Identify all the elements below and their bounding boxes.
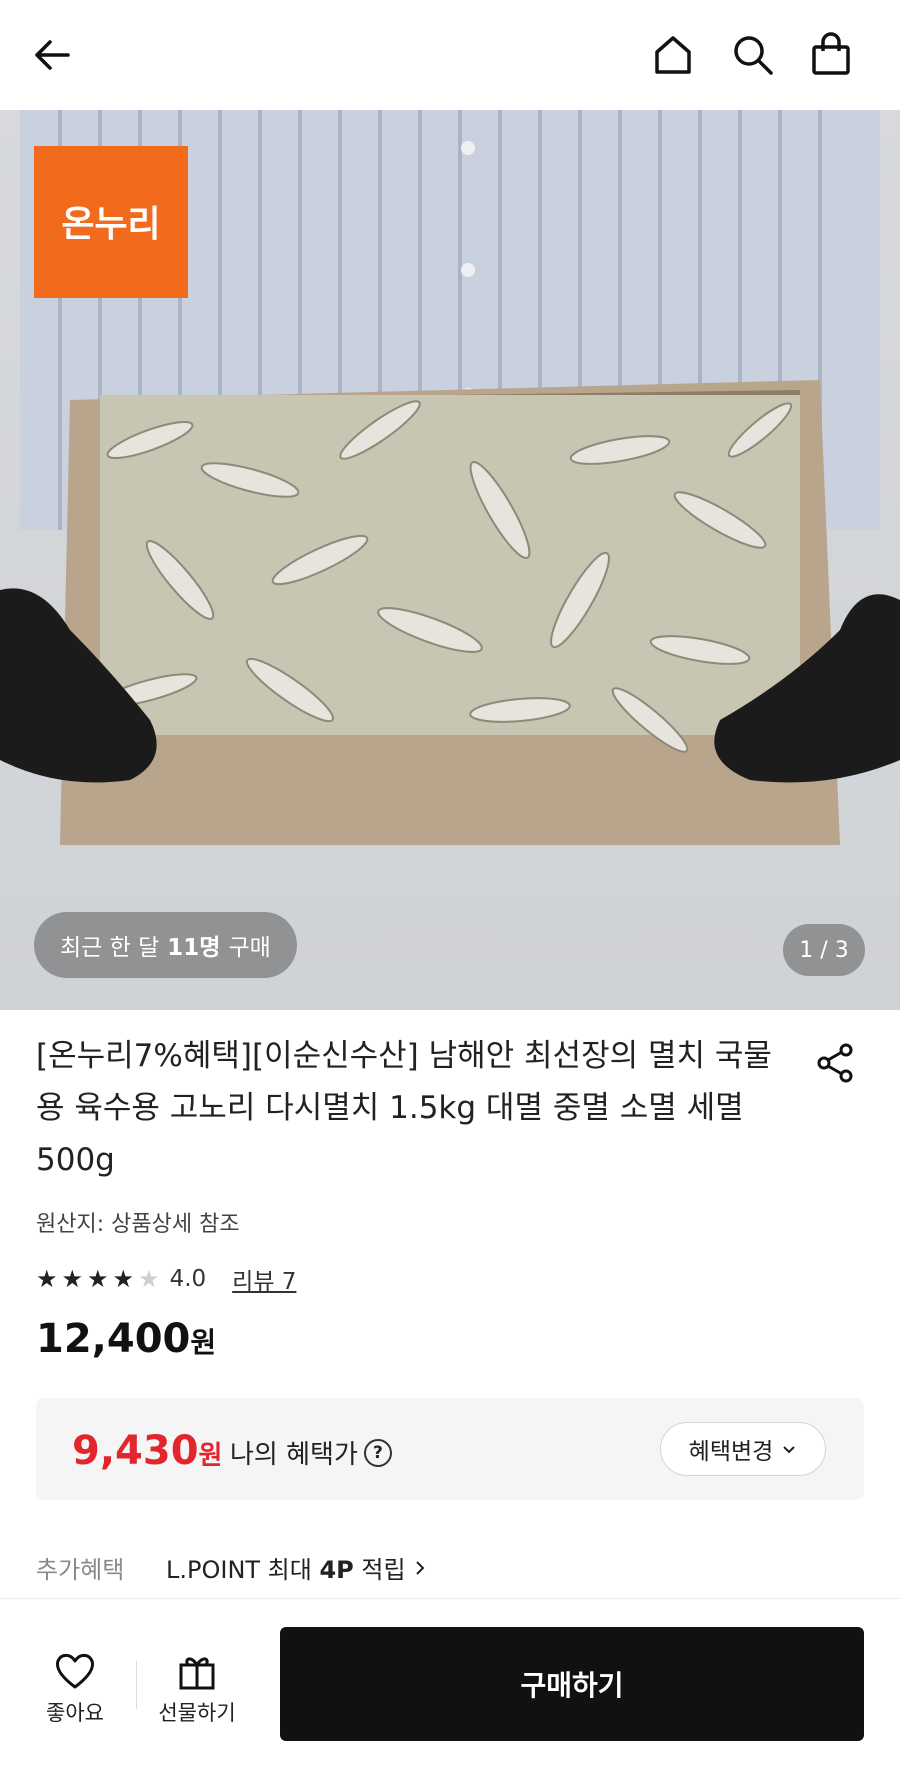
lpoint-points: 4P bbox=[319, 1556, 354, 1584]
origin-info: 원산지: 상품상세 참조 bbox=[36, 1212, 240, 1237]
benefit-price-unit: 원 bbox=[198, 1441, 223, 1471]
benefit-price-value: 9,430 bbox=[72, 1428, 199, 1474]
lpoint-suffix: 적립 bbox=[361, 1556, 406, 1584]
chevron-down-icon bbox=[783, 1446, 796, 1454]
question-circle-icon[interactable]: ? bbox=[363, 1438, 392, 1467]
onnuri-logo-mark: 온누리 bbox=[61, 204, 160, 245]
onnuri-logo: 온누리 bbox=[34, 146, 188, 298]
star-icon: ★ bbox=[112, 1265, 135, 1293]
rating-score: 4.0 bbox=[169, 1266, 207, 1292]
product-title: [온누리7%혜택][이순신수산] 남해안 최선장의 멸치 국물용 육수용 고노리… bbox=[36, 1038, 772, 1178]
extra-benefit-label: 추가혜택 bbox=[36, 1556, 125, 1584]
chevron-right-icon bbox=[415, 1560, 425, 1575]
heart-icon bbox=[56, 1653, 94, 1689]
home-icon[interactable] bbox=[648, 30, 698, 80]
extra-benefit-row[interactable]: 추가혜택 L.POINT 최대 4P 적립 bbox=[36, 1550, 430, 1585]
gift-label: 선물하기 bbox=[158, 1701, 236, 1725]
extra-benefit-value: L.POINT 최대 4P 적립 bbox=[166, 1550, 406, 1585]
like-label: 좋아요 bbox=[46, 1701, 104, 1725]
star-icon: ★ bbox=[87, 1265, 109, 1293]
gift-button[interactable]: 선물하기 bbox=[142, 1651, 252, 1727]
change-benefit-button[interactable]: 혜택변경 bbox=[660, 1422, 826, 1476]
reviews-link[interactable]: 리뷰 7 bbox=[232, 1262, 296, 1296]
divider bbox=[136, 1661, 137, 1709]
benefit-price: 9,430원 bbox=[72, 1428, 222, 1474]
recent-prefix: 최근 한 달 bbox=[60, 935, 160, 961]
buy-button[interactable]: 구매하기 bbox=[280, 1627, 864, 1741]
recent-buyers-badge: 최근 한 달 11명 구매 bbox=[34, 912, 297, 978]
price-value: 12,400 bbox=[36, 1316, 191, 1362]
price-unit: 원 bbox=[190, 1326, 217, 1359]
shopping-bag-icon[interactable] bbox=[806, 30, 856, 80]
recent-suffix: 구매 bbox=[228, 935, 271, 961]
change-benefit-label: 혜택변경 bbox=[688, 1439, 774, 1465]
recent-count: 11명 bbox=[167, 935, 221, 961]
star-icon: ★ bbox=[36, 1265, 58, 1293]
top-app-bar bbox=[0, 0, 900, 110]
search-icon[interactable] bbox=[728, 30, 778, 80]
benefit-price-box: 9,430원 나의 혜택가 ? 혜택변경 bbox=[36, 1398, 864, 1500]
like-button[interactable]: 좋아요 bbox=[20, 1651, 130, 1727]
original-price: 12,400원 bbox=[36, 1316, 216, 1362]
svg-text:온누리: 온누리 bbox=[61, 204, 160, 245]
share-icon[interactable] bbox=[812, 1040, 858, 1086]
gift-icon bbox=[179, 1657, 215, 1690]
benefit-label: 나의 혜택가 ? bbox=[230, 1434, 392, 1471]
image-page-indicator: 1 / 3 bbox=[783, 924, 865, 976]
rating-row: ★ ★ ★ ★ ★ 4.0 리뷰 7 bbox=[36, 1262, 296, 1296]
lpoint-prefix: L.POINT 최대 bbox=[166, 1556, 312, 1584]
star-icon: ★ bbox=[61, 1265, 84, 1293]
arrow-left-icon[interactable] bbox=[28, 30, 78, 80]
benefit-label-text: 나의 혜택가 bbox=[230, 1440, 358, 1470]
star-empty-icon: ★ bbox=[138, 1265, 160, 1293]
bottom-action-bar: 좋아요 선물하기 구매하기 bbox=[0, 1598, 900, 1767]
